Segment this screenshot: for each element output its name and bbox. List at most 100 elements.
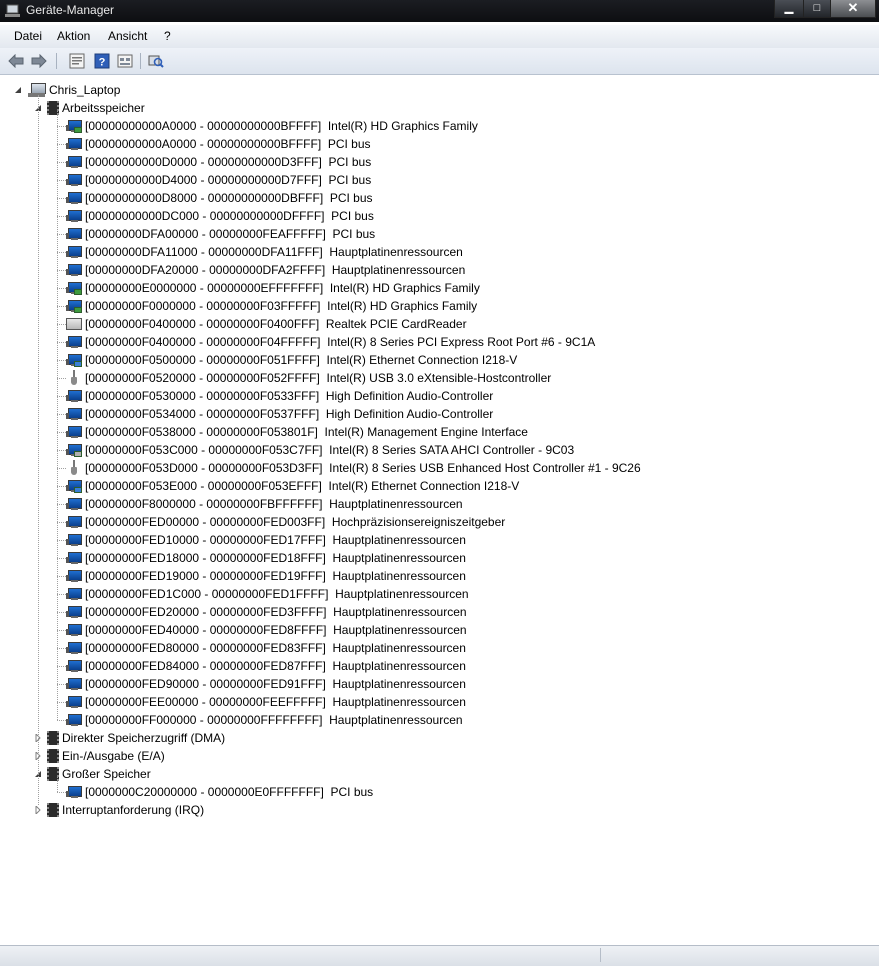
tree-device-item[interactable]: [00000000DFA00000 - 00000000FEAFFFFF] PC…: [66, 225, 375, 243]
tree-device-item[interactable]: [00000000000D8000 - 00000000000DBFFF] PC…: [66, 189, 373, 207]
tree-device-item[interactable]: [00000000000D4000 - 00000000000D7FFF] PC…: [66, 171, 371, 189]
device-resource-label: [00000000F053E000 - 00000000F053EFFF] In…: [85, 479, 520, 493]
icon-plug: [66, 305, 69, 311]
tree-device-item[interactable]: [00000000000D0000 - 00000000000D3FFF] PC…: [66, 153, 371, 171]
tree-category-label: Ein-/Ausgabe (E/A): [62, 749, 165, 763]
expand-arrow-icon[interactable]: [34, 806, 42, 814]
tree-device-item[interactable]: [00000000FED19000 - 00000000FED19FFF] Ha…: [66, 567, 466, 585]
tree-device-item[interactable]: [00000000000A0000 - 00000000000BFFFF] In…: [66, 117, 478, 135]
menu-help[interactable]: ?: [164, 29, 171, 43]
tree-connector: [57, 594, 66, 595]
device-resource-label: [00000000FED00000 - 00000000FED003FF] Ho…: [85, 515, 506, 529]
tree-device-item[interactable]: [00000000F0530000 - 00000000F0533FFF] Hi…: [66, 387, 493, 405]
icon-base: [71, 202, 78, 204]
device-resource-label: [00000000000D8000 - 00000000000DBFFF] PC…: [85, 191, 373, 205]
tree-connector: [38, 95, 39, 805]
menu-aktion[interactable]: Aktion: [57, 29, 90, 43]
collapse-arrow-icon[interactable]: [14, 86, 22, 94]
view-icon[interactable]: [116, 52, 134, 70]
tree-connector: [57, 522, 66, 523]
tree-category[interactable]: Direkter Speicherzugriff (DMA): [47, 729, 225, 747]
tree-connector: [57, 162, 66, 163]
tree-device-item[interactable]: [00000000F8000000 - 00000000FBFFFFFF] Ha…: [66, 495, 463, 513]
tree-root-label: Chris_Laptop: [49, 83, 121, 97]
icon-base: [71, 274, 78, 276]
tree-device-item[interactable]: [00000000DFA11000 - 00000000DFA11FFF] Ha…: [66, 243, 463, 261]
system-device-icon: [66, 533, 82, 547]
device-tree[interactable]: Chris_Laptop Arbeitsspeicher [00000000000A…: [0, 79, 879, 945]
tree-device-item[interactable]: [00000000FED80000 - 00000000FED83FFF] Ha…: [66, 639, 466, 657]
device-resource-label: [00000000FED80000 - 00000000FED83FFF] Ha…: [85, 641, 466, 655]
tree-device-item[interactable]: [00000000F0400000 - 00000000F04FFFFF] In…: [66, 333, 595, 351]
tree-device-item[interactable]: [00000000F053E000 - 00000000F053EFFF] In…: [66, 477, 519, 495]
icon-base: [71, 634, 78, 636]
tree-category[interactable]: Interruptanforderung (IRQ): [47, 801, 204, 819]
icon-base: [71, 796, 78, 798]
tree-device-item[interactable]: [00000000F0538000 - 00000000F053801F] In…: [66, 423, 528, 441]
system-device-icon: [66, 155, 82, 169]
tree-device-item[interactable]: [00000000DFA20000 - 00000000DFA2FFFF] Ha…: [66, 261, 465, 279]
tree-device-item[interactable]: [00000000F0400000 - 00000000F0400FFF] Re…: [66, 315, 467, 333]
icon-base: [71, 580, 78, 582]
icon-plug: [66, 269, 69, 275]
tree-connector: [57, 432, 66, 433]
tree-device-item[interactable]: [00000000F053D000 - 00000000F053D3FF] In…: [66, 459, 641, 477]
scan-hardware-icon[interactable]: [147, 52, 165, 70]
tree-device-item[interactable]: [00000000FEE00000 - 00000000FEEFFFFF] Ha…: [66, 693, 466, 711]
icon-plug: [66, 791, 69, 797]
menu-ansicht[interactable]: Ansicht: [108, 29, 147, 43]
tree-root-computer[interactable]: Chris_Laptop: [28, 81, 120, 99]
tree-device-item[interactable]: [00000000F0000000 - 00000000F03FFFFF] In…: [66, 297, 477, 315]
tree-device-item[interactable]: [0000000C20000000 - 0000000E0FFFFFFF] PC…: [66, 783, 373, 801]
tree-connector: [57, 252, 66, 253]
maximize-button[interactable]: □: [803, 0, 831, 18]
tree-device-item[interactable]: [00000000FED18000 - 00000000FED18FFF] Ha…: [66, 549, 466, 567]
tree-connector: [57, 702, 66, 703]
tree-device-item[interactable]: [00000000FED10000 - 00000000FED17FFF] Ha…: [66, 531, 466, 549]
device-resource-label: [00000000000A0000 - 00000000000BFFFF] In…: [85, 119, 478, 133]
display-adapter-icon: [66, 281, 82, 295]
tree-connector: [57, 198, 66, 199]
system-device-icon: [66, 659, 82, 673]
tree-device-item[interactable]: [00000000FED40000 - 00000000FED8FFFF] Ha…: [66, 621, 467, 639]
tree-category-label: Direkter Speicherzugriff (DMA): [62, 731, 226, 745]
properties-icon[interactable]: [68, 52, 86, 70]
network-adapter-icon: [66, 353, 82, 367]
icon-plug: [66, 485, 69, 491]
window-title: Geräte-Manager: [26, 3, 115, 17]
tree-device-item[interactable]: [00000000F0500000 - 00000000F051FFFF] In…: [66, 351, 517, 369]
tree-device-item[interactable]: [00000000000DC000 - 00000000000DFFFF] PC…: [66, 207, 374, 225]
icon-plug: [66, 683, 69, 689]
tree-category[interactable]: Großer Speicher: [47, 765, 151, 783]
forward-arrow-icon[interactable]: [30, 52, 48, 70]
back-arrow-icon[interactable]: [7, 52, 25, 70]
tree-device-item[interactable]: [00000000FED1C000 - 00000000FED1FFFF] Ha…: [66, 585, 469, 603]
tree-device-item[interactable]: [00000000FED00000 - 00000000FED003FF] Ho…: [66, 513, 505, 531]
tree-device-item[interactable]: [00000000E0000000 - 00000000EFFFFFFF] In…: [66, 279, 480, 297]
tree-device-item[interactable]: [00000000F0534000 - 00000000F0537FFF] Hi…: [66, 405, 493, 423]
icon-plug: [66, 251, 69, 257]
minimize-button[interactable]: ▁: [774, 0, 804, 18]
tree-device-item[interactable]: [00000000F053C000 - 00000000F053C7FF] In…: [66, 441, 574, 459]
icon-base: [71, 418, 78, 420]
menu-datei[interactable]: Datei: [14, 29, 42, 43]
tree-device-item[interactable]: [00000000FF000000 - 00000000FFFFFFFF] Ha…: [66, 711, 463, 729]
tree-device-item[interactable]: [00000000F0520000 - 00000000F052FFFF] In…: [66, 369, 551, 387]
icon-base: [71, 184, 78, 186]
tree-device-item[interactable]: [00000000FED20000 - 00000000FED3FFFF] Ha…: [66, 603, 467, 621]
tree-connector: [57, 666, 66, 667]
help-icon[interactable]: ?: [93, 52, 111, 70]
icon-plug: [66, 215, 69, 221]
device-manager-icon: [5, 4, 20, 17]
title-bar: Geräte-Manager ▁ □ ✕: [0, 0, 879, 22]
tree-device-item[interactable]: [00000000FED84000 - 00000000FED87FFF] Ha…: [66, 657, 466, 675]
tree-category[interactable]: Arbeitsspeicher: [47, 99, 145, 117]
tree-category[interactable]: Ein-/Ausgabe (E/A): [47, 747, 165, 765]
system-device-icon: [66, 713, 82, 727]
usb-icon: [66, 370, 82, 386]
tree-device-item[interactable]: [00000000FED90000 - 00000000FED91FFF] Ha…: [66, 675, 466, 693]
system-device-icon: [66, 677, 82, 691]
close-button[interactable]: ✕: [830, 0, 876, 18]
device-resource-label: [00000000E0000000 - 00000000EFFFFFFF] In…: [85, 281, 480, 295]
tree-device-item[interactable]: [00000000000A0000 - 00000000000BFFFF] PC…: [66, 135, 371, 153]
